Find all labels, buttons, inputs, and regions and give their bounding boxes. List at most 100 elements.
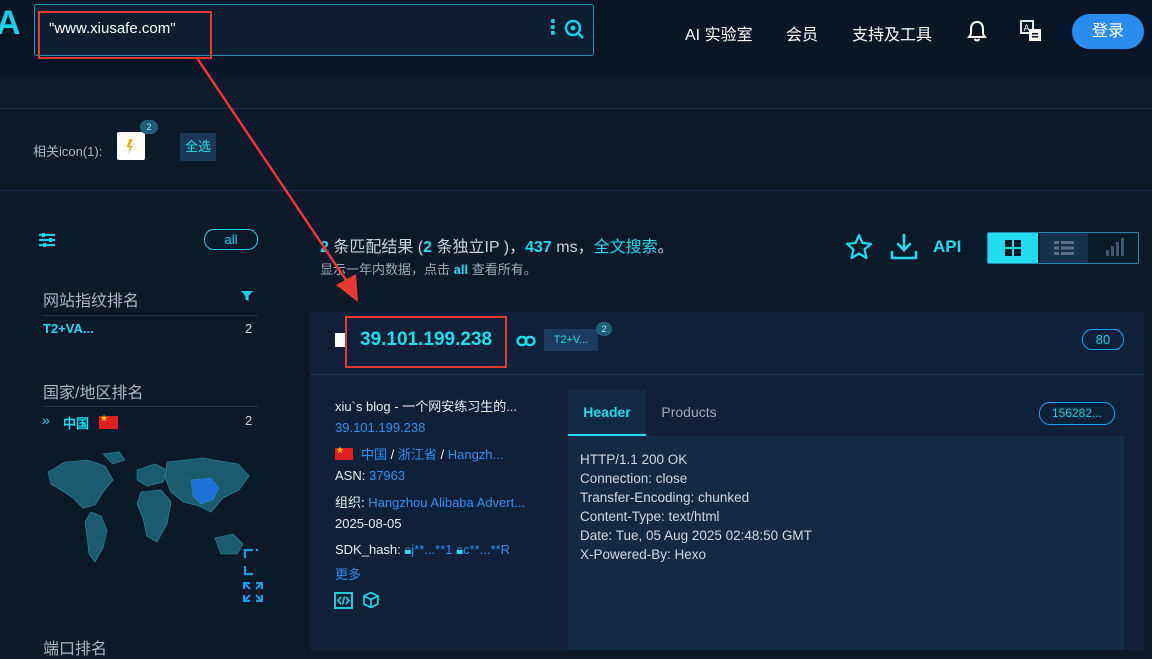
bar-chart-icon bbox=[1106, 238, 1124, 256]
sdk-label: SDK_hash: bbox=[335, 542, 405, 557]
login-button[interactable]: 登录 bbox=[1072, 14, 1144, 49]
location-row: 中国 / 浙江省 / Hangzh... bbox=[335, 444, 503, 463]
tab-products[interactable]: Products bbox=[646, 390, 732, 434]
ip-link[interactable]: 39.101.199.238 bbox=[335, 420, 425, 435]
code-icon[interactable] bbox=[334, 592, 353, 609]
cube-icon[interactable] bbox=[362, 591, 380, 609]
icon-count-badge: 2 bbox=[140, 120, 158, 134]
asn-label: ASN: bbox=[335, 468, 369, 483]
funnel-icon[interactable] bbox=[240, 290, 254, 302]
tag-count-badge: 2 bbox=[596, 322, 612, 336]
fingerprint-item[interactable]: T2+VA... bbox=[43, 321, 94, 336]
results-hint: 显示一年内数据，点击 all 查看所有。 bbox=[320, 259, 537, 278]
favicon-icon bbox=[127, 139, 133, 154]
api-link[interactable]: API bbox=[933, 237, 961, 257]
sdk-hash-link[interactable]: c**...**R bbox=[463, 542, 510, 557]
link-icon[interactable] bbox=[516, 334, 536, 348]
city-link[interactable]: Hangzh... bbox=[448, 447, 504, 462]
view-toggle bbox=[987, 232, 1139, 264]
nav-tools[interactable]: 支持及工具 bbox=[852, 21, 932, 45]
ip-count: 2 bbox=[423, 239, 433, 256]
fullscreen-icon[interactable] bbox=[243, 582, 263, 602]
separator: / bbox=[436, 447, 448, 462]
filter-settings-icon[interactable] bbox=[38, 232, 56, 248]
header-panel: Header Products 156282... HTTP/1.1 200 O… bbox=[568, 390, 1124, 650]
hint-text: 显示一年内数据，点击 bbox=[320, 262, 454, 277]
search-input[interactable]: "www.xiusafe.com" ⋮ bbox=[34, 4, 594, 59]
country-item[interactable]: 中国 bbox=[63, 413, 89, 432]
select-all-button[interactable]: 全选 bbox=[180, 133, 216, 161]
related-icons-row: 相关icon(1): 2 全选 bbox=[0, 108, 1152, 191]
header-line: Connection: close bbox=[580, 471, 688, 486]
fingerprint-tag[interactable]: T2+V... bbox=[544, 329, 598, 351]
highlight-box bbox=[345, 316, 507, 368]
date: 2025-08-05 bbox=[335, 516, 402, 531]
header-line: Date: Tue, 05 Aug 2025 02:48:50 GMT bbox=[580, 528, 812, 543]
fingerprint-rank-title: 网站指纹排名 bbox=[43, 293, 140, 310]
site-title: xiu`s blog - 一个网安练习生的... bbox=[335, 399, 518, 414]
header-line: Content-Type: text/html bbox=[580, 509, 720, 524]
show-all-link[interactable]: all bbox=[454, 262, 468, 277]
top-bar: A "www.xiusafe.com" ⋮ AI 实验室 会员 支持及工具 A … bbox=[0, 0, 1152, 78]
asn-row: ASN: 37963 bbox=[335, 468, 405, 483]
header-content: HTTP/1.1 200 OK Connection: close Transf… bbox=[568, 436, 1124, 650]
result-count: 2 bbox=[320, 239, 329, 256]
sdk-hash-row: SDK_hash: 🔒︎j**...**1 🔒︎c**...**R bbox=[335, 542, 510, 558]
fulltext-search-link[interactable]: 全文搜索 bbox=[594, 239, 658, 256]
port-rank-title: 端口排名 bbox=[43, 641, 108, 658]
country-link[interactable]: 中国 bbox=[361, 447, 387, 462]
list-view-button[interactable] bbox=[1040, 233, 1088, 263]
lock-icon: 🔒︎ bbox=[456, 542, 464, 557]
province-link[interactable]: 浙江省 bbox=[398, 447, 437, 462]
sdk-hash-link[interactable]: j**...**1 bbox=[411, 542, 452, 557]
fullscreen-icon[interactable] bbox=[243, 548, 258, 576]
list-icon bbox=[1054, 241, 1074, 255]
china-flag-icon bbox=[99, 413, 118, 429]
search-scan-icon[interactable] bbox=[563, 18, 585, 40]
world-map[interactable] bbox=[43, 450, 258, 578]
org-label: 组织: bbox=[335, 495, 369, 510]
asn-link[interactable]: 37963 bbox=[369, 468, 405, 483]
nav-member[interactable]: 会员 bbox=[786, 21, 818, 45]
org-link[interactable]: Hangzhou Alibaba Advert... bbox=[368, 495, 525, 510]
query-time: 437 bbox=[525, 239, 552, 256]
grid-icon bbox=[1005, 240, 1021, 256]
separator: / bbox=[387, 447, 398, 462]
filter-band bbox=[0, 78, 1152, 109]
language-icon[interactable]: A bbox=[1019, 19, 1043, 43]
grid-view-button[interactable] bbox=[988, 233, 1038, 263]
port-badge[interactable]: 80 bbox=[1082, 329, 1124, 350]
results-text: 条独立IP )， bbox=[432, 239, 526, 256]
china-flag-icon bbox=[335, 445, 353, 460]
tab-header[interactable]: Header bbox=[568, 390, 646, 436]
hint-text: 查看所有。 bbox=[468, 262, 537, 277]
result-card-header: 39.101.199.238 T2+V... 2 80 bbox=[310, 312, 1144, 375]
logo[interactable]: A bbox=[0, 4, 21, 43]
favicon-thumbnail[interactable] bbox=[117, 132, 145, 160]
divider bbox=[43, 406, 258, 407]
cert-badge[interactable]: 156282... bbox=[1039, 402, 1115, 425]
star-icon[interactable] bbox=[845, 233, 873, 261]
org-row: 组织: Hangzhou Alibaba Advert... bbox=[335, 492, 525, 511]
more-options-icon[interactable]: ⋮ bbox=[543, 15, 563, 40]
results-text: 条匹配结果 ( bbox=[328, 239, 424, 256]
header-line: X-Powered-By: Hexo bbox=[580, 547, 707, 562]
nav-ai-lab[interactable]: AI 实验室 bbox=[685, 21, 753, 45]
divider bbox=[43, 315, 258, 316]
fingerprint-count: 2 bbox=[245, 321, 253, 336]
result-card: 39.101.199.238 T2+V... 2 80 xiu`s blog -… bbox=[310, 312, 1144, 650]
results-text: 。 bbox=[657, 239, 674, 256]
country-rank-title: 国家/地区排名 bbox=[43, 385, 144, 402]
header-line: Transfer-Encoding: chunked bbox=[580, 490, 750, 505]
country-count: 2 bbox=[245, 413, 253, 428]
download-icon[interactable] bbox=[889, 232, 919, 262]
header-line: HTTP/1.1 200 OK bbox=[580, 452, 688, 467]
all-toggle[interactable]: all bbox=[204, 229, 258, 250]
highlight-box bbox=[38, 11, 212, 59]
bell-icon[interactable] bbox=[966, 20, 988, 42]
results-summary: 2 条匹配结果 (2 条独立IP )，437 ms，全文搜索。 bbox=[320, 233, 674, 257]
expand-chevron-icon[interactable]: » bbox=[42, 412, 50, 428]
related-icons-label: 相关icon(1): bbox=[33, 144, 103, 159]
chart-view-button[interactable] bbox=[1090, 233, 1138, 263]
more-link[interactable]: 更多 bbox=[335, 564, 361, 583]
